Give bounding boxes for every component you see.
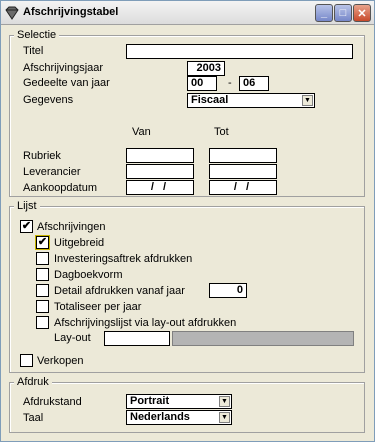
taal-select-value: Nederlands xyxy=(130,411,190,423)
investeringsaftrek-label: Investeringsaftrek afdrukken xyxy=(54,253,193,265)
aankoopdatum-van-input[interactable]: / / xyxy=(126,180,194,195)
dagboekvorm-checkbox[interactable] xyxy=(36,268,49,281)
detail-checkbox[interactable] xyxy=(36,284,49,297)
uitgebreid-checkbox[interactable]: ✔ xyxy=(35,235,50,250)
rubriek-tot-input[interactable] xyxy=(209,148,277,163)
close-button[interactable]: ✕ xyxy=(353,4,371,22)
gedeelte-label: Gedeelte van jaar xyxy=(23,77,110,89)
afdruk-legend: Afdruk xyxy=(14,376,52,388)
rubriek-van-input[interactable] xyxy=(126,148,194,163)
gegevens-label: Gegevens xyxy=(23,94,74,106)
afschrijvingstabel-window: Afschrijvingstabel _ □ ✕ Selectie Titel … xyxy=(0,0,375,442)
aankoopdatum-label: Aankoopdatum xyxy=(23,182,97,194)
verkopen-label: Verkopen xyxy=(37,355,84,367)
totaliseer-label: Totaliseer per jaar xyxy=(54,301,142,313)
gedeelte-to-input[interactable]: 06 xyxy=(239,76,269,91)
leverancier-label: Leverancier xyxy=(23,166,81,178)
window-title: Afschrijvingstabel xyxy=(23,6,119,18)
gegevens-select[interactable]: Fiscaal ▼ xyxy=(187,93,315,108)
app-icon xyxy=(5,6,19,20)
minimize-icon: _ xyxy=(320,7,328,19)
gedeelte-from-input[interactable]: 00 xyxy=(187,76,217,91)
detail-label: Detail afdrukken vanaf jaar xyxy=(54,285,185,297)
investeringsaftrek-checkbox[interactable] xyxy=(36,252,49,265)
layout-print-checkbox[interactable] xyxy=(36,316,49,329)
uitgebreid-label: Uitgebreid xyxy=(54,237,105,249)
gedeelte-separator: - xyxy=(228,77,232,89)
layout-print-label: Afschrijvingslijst via lay-out afdrukken xyxy=(54,317,237,329)
chevron-down-icon[interactable]: ▼ xyxy=(302,95,313,106)
gegevens-select-value: Fiscaal xyxy=(191,94,229,106)
afdrukstand-select[interactable]: Portrait ▼ xyxy=(126,394,232,409)
layout-code-input[interactable] xyxy=(104,331,170,346)
afdrukstand-select-value: Portrait xyxy=(130,395,170,407)
selectie-legend: Selectie xyxy=(14,29,60,41)
verkopen-checkbox[interactable] xyxy=(20,354,33,367)
column-van-header: Van xyxy=(132,126,151,138)
dagboekvorm-label: Dagboekvorm xyxy=(54,269,123,281)
afschrijvingsjaar-label: Afschrijvingsjaar xyxy=(23,62,104,74)
minimize-button[interactable]: _ xyxy=(315,4,333,22)
taal-label: Taal xyxy=(23,412,44,424)
afschrijvingsjaar-input[interactable]: 2003 xyxy=(187,61,225,76)
chevron-down-icon[interactable]: ▼ xyxy=(219,412,230,423)
maximize-icon: □ xyxy=(339,7,347,19)
leverancier-tot-input[interactable] xyxy=(209,164,277,179)
detail-jaar-input[interactable]: 0 xyxy=(209,283,247,298)
afschrijvingen-label: Afschrijvingen xyxy=(37,221,106,233)
afdrukstand-label: Afdrukstand xyxy=(23,396,82,408)
close-icon: ✕ xyxy=(357,7,367,20)
rubriek-label: Rubriek xyxy=(23,150,61,162)
totaliseer-checkbox[interactable] xyxy=(36,300,49,313)
maximize-button[interactable]: □ xyxy=(334,4,352,22)
column-tot-header: Tot xyxy=(214,126,229,138)
leverancier-van-input[interactable] xyxy=(126,164,194,179)
layout-description-field xyxy=(172,331,354,346)
titel-label: Titel xyxy=(23,45,44,57)
chevron-down-icon[interactable]: ▼ xyxy=(219,396,230,407)
afschrijvingen-checkbox[interactable]: ✔ xyxy=(20,220,33,233)
taal-select[interactable]: Nederlands ▼ xyxy=(126,410,232,425)
title-bar[interactable]: Afschrijvingstabel _ □ ✕ xyxy=(1,1,374,25)
aankoopdatum-tot-input[interactable]: / / xyxy=(209,180,277,195)
titel-input[interactable] xyxy=(126,44,353,59)
layout-label: Lay-out xyxy=(54,332,91,344)
lijst-legend: Lijst xyxy=(14,200,40,212)
